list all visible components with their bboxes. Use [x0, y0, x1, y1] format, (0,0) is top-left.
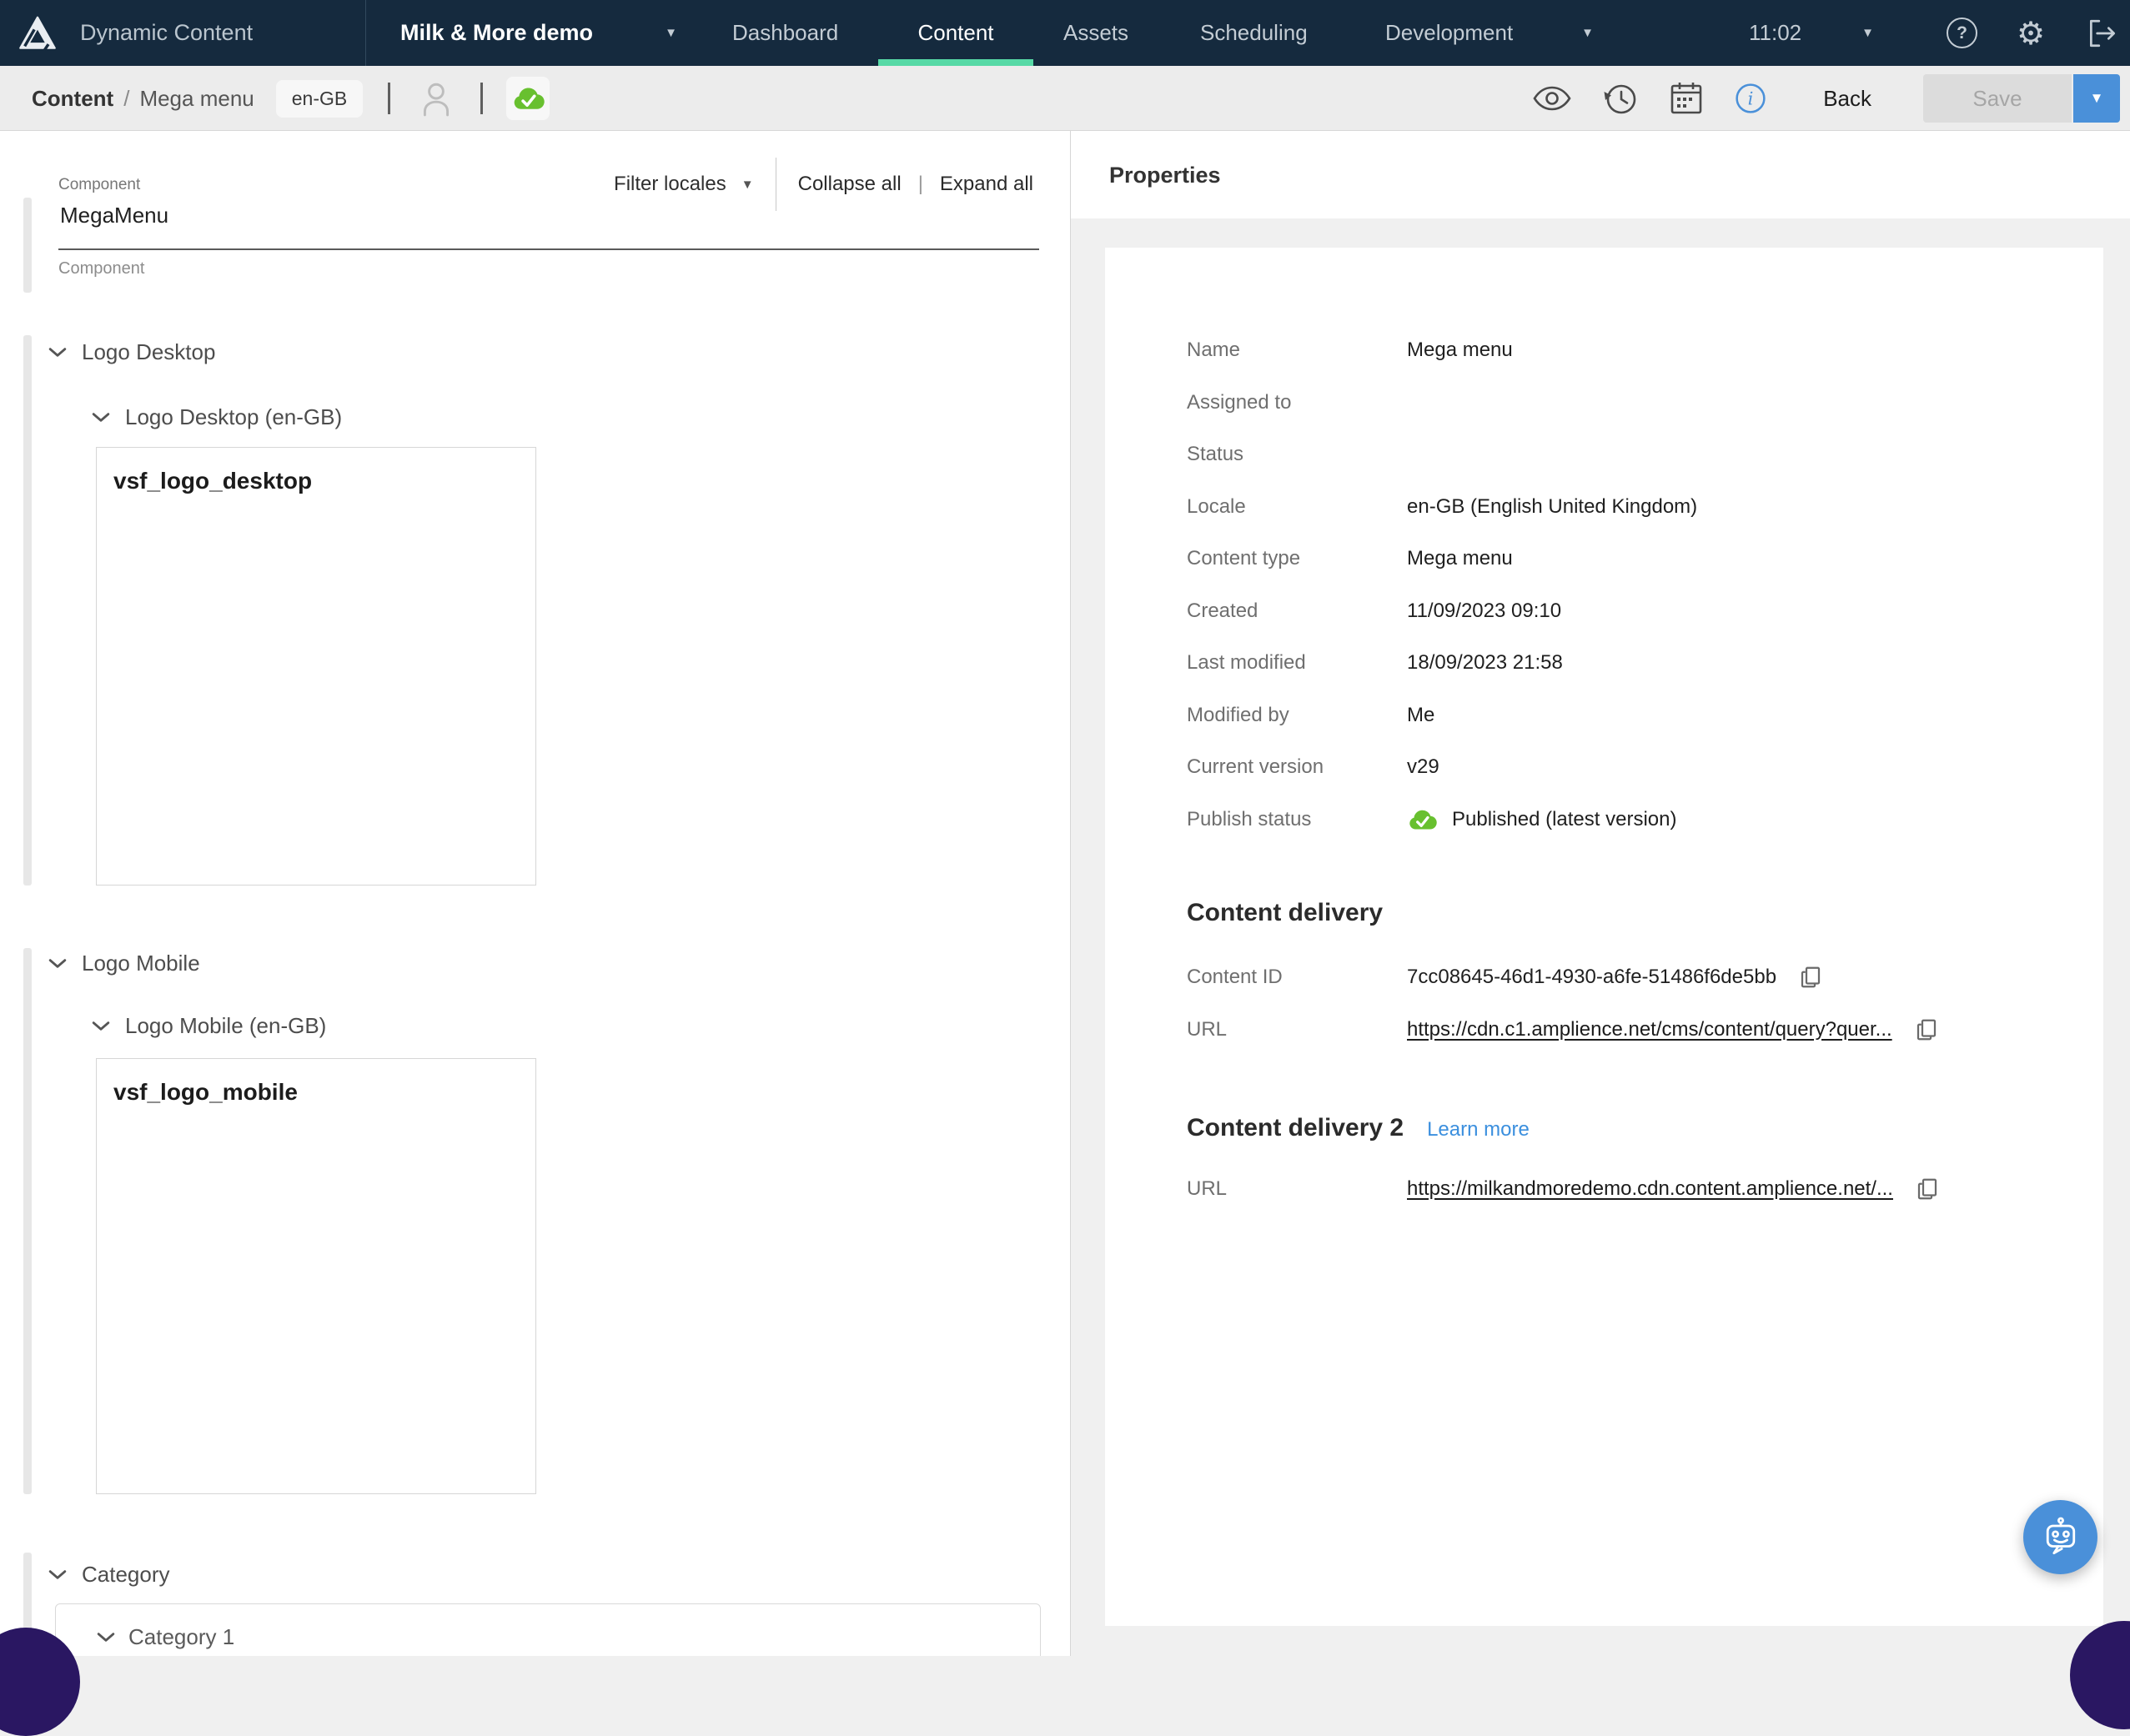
published-cloud-icon: [1409, 810, 1437, 830]
copy-icon[interactable]: [1798, 965, 1823, 990]
asset-name: vsf_logo_mobile: [113, 1079, 298, 1105]
chevron-down-icon: [48, 348, 67, 357]
section-toggle-logo-mobile[interactable]: Logo Mobile: [48, 951, 200, 976]
clock-time: 11:02: [1749, 20, 1802, 45]
content-delivery-heading: Content delivery: [1187, 899, 1384, 926]
property-row: Created 11/09/2023 09:10: [1187, 599, 1562, 622]
copy-icon[interactable]: [1914, 1017, 1939, 1042]
properties-title: Properties: [1109, 163, 1221, 188]
collapse-all-link[interactable]: Collapse all: [798, 173, 902, 196]
delivery-url-link[interactable]: https://cdn.c1.amplience.net/cms/content…: [1407, 1018, 1892, 1041]
sign-out-icon[interactable]: [2085, 0, 2120, 66]
property-row: Locale en-GB (English United Kingdom): [1187, 494, 1698, 518]
breadcrumb-root[interactable]: Content: [32, 86, 113, 112]
asset-card-logo-desktop[interactable]: vsf_logo_desktop: [96, 447, 536, 886]
caret-down-icon: ▼: [665, 26, 677, 40]
caret-down-icon: ▼: [1861, 26, 1874, 40]
robot-icon: [2046, 1517, 2075, 1554]
time-menu[interactable]: 11:02 ▼: [1749, 0, 1874, 66]
tab-dashboard[interactable]: Dashboard: [732, 0, 838, 66]
preview-eye-icon[interactable]: [1533, 85, 1571, 112]
breadcrumb: Content / Mega menu en-GB: [32, 66, 550, 131]
delivery2-url-row: URL https://milkandmoredemo.cdn.content.…: [1187, 1162, 2053, 1215]
property-row: Assigned to: [1187, 390, 1292, 414]
chatbot-button[interactable]: [2023, 1500, 2097, 1574]
subsection-toggle-category-1[interactable]: Category 1: [97, 1624, 234, 1650]
property-row: Content type Mega menu: [1187, 547, 1513, 570]
section-toggle-logo-desktop[interactable]: Logo Desktop: [48, 339, 215, 365]
settings-gear-icon[interactable]: ⚙: [2017, 0, 2045, 66]
section-indent-rail: [23, 948, 32, 1494]
copy-icon[interactable]: [1915, 1177, 1940, 1202]
property-row-publish-status: Publish status Published (latest version…: [1187, 807, 1677, 830]
top-navigation: Dynamic Content Milk & More demo ▼ Dashb…: [0, 0, 2130, 66]
chevron-down-icon: [97, 1633, 115, 1642]
property-row: Modified by Me: [1187, 703, 1435, 726]
active-tab-underline: [878, 59, 1033, 66]
breadcrumb-current: Mega menu: [139, 85, 254, 111]
tab-content[interactable]: Content: [878, 0, 1033, 66]
breadcrumb-separator: /: [123, 85, 130, 111]
svg-text:i: i: [1748, 88, 1754, 108]
project-selector[interactable]: Milk & More demo ▼: [400, 0, 677, 66]
chevron-down-icon: [48, 959, 67, 968]
content-toolbar: Content / Mega menu en-GB i Back Save ▼: [0, 66, 2130, 131]
publish-cloud-icon[interactable]: [506, 77, 550, 120]
learn-more-link[interactable]: Learn more: [1427, 1118, 1530, 1141]
field-indent-rail: [23, 198, 32, 293]
back-button[interactable]: Back: [1818, 85, 1876, 113]
delivery2-url-link[interactable]: https://milkandmoredemo.cdn.content.ampl…: [1407, 1177, 1893, 1201]
section-toggle-category[interactable]: Category: [48, 1562, 170, 1588]
subsection-toggle-logo-desktop-engb[interactable]: Logo Desktop (en-GB): [92, 404, 342, 430]
locale-chip[interactable]: en-GB: [275, 79, 364, 118]
property-row: Status: [1187, 443, 1244, 466]
content-id-row: Content ID 7cc08645-46d1-4930-a6fe-51486…: [1187, 951, 2053, 1003]
properties-card: Name Mega menu Assigned to Status Locale…: [1105, 248, 2103, 1626]
app-title: Dynamic Content: [80, 20, 254, 45]
tab-assets[interactable]: Assets: [1063, 0, 1128, 66]
property-row: Name Mega menu: [1187, 339, 1513, 362]
component-field-label: Component: [58, 176, 141, 193]
expand-all-link[interactable]: Expand all: [940, 173, 1033, 196]
category-card: Category 1: [55, 1603, 1041, 1656]
tab-scheduling[interactable]: Scheduling: [1200, 0, 1308, 66]
tab-development[interactable]: Development ▼: [1385, 0, 1594, 66]
nav-divider: [365, 0, 366, 66]
subsection-toggle-logo-mobile-engb[interactable]: Logo Mobile (en-GB): [92, 1013, 326, 1039]
property-row: Current version v29: [1187, 755, 1439, 779]
info-icon[interactable]: i: [1735, 83, 1766, 114]
component-name-input[interactable]: MegaMenu: [60, 203, 1036, 228]
calendar-icon[interactable]: [1670, 81, 1703, 116]
asset-card-logo-mobile[interactable]: vsf_logo_mobile: [96, 1058, 536, 1494]
save-button[interactable]: Save: [1923, 74, 2072, 123]
amplience-logo-icon[interactable]: [18, 0, 57, 66]
property-row: Last modified 18/09/2023 21:58: [1187, 651, 1563, 675]
project-name: Milk & More demo: [400, 20, 594, 45]
links-separator: |: [917, 173, 923, 195]
properties-header: Properties: [1071, 131, 2130, 218]
save-options-caret-button[interactable]: ▼: [2073, 74, 2120, 123]
help-icon[interactable]: ?: [1947, 0, 1977, 66]
content-delivery-2-heading: Content delivery 2: [1187, 1114, 1404, 1141]
chevron-down-icon: [92, 1021, 110, 1031]
content-delivery-2-heading-row: Content delivery 2 Learn more: [1187, 1111, 2053, 1146]
delivery-url-row: URL https://cdn.c1.amplience.net/cms/con…: [1187, 1003, 2053, 1056]
filter-locales-dropdown[interactable]: Filter locales: [614, 173, 726, 196]
chevron-down-icon: [48, 1570, 67, 1579]
toolbar-divider: [480, 83, 484, 114]
content-id-value: 7cc08645-46d1-4930-a6fe-51486f6de5bb: [1407, 965, 1777, 988]
section-indent-rail: [23, 335, 32, 886]
caret-down-icon: ▼: [1581, 26, 1594, 40]
assignee-person-icon[interactable]: [417, 79, 455, 118]
content-form-panel: Filter locales ▼ Collapse all | Expand a…: [0, 131, 1071, 1656]
properties-panel: Properties Name Mega menu Assigned to St…: [1071, 131, 2130, 1656]
caret-down-icon: ▼: [741, 177, 754, 192]
component-field-helper: Component: [58, 259, 145, 278]
version-history-icon[interactable]: [1603, 81, 1638, 116]
chevron-down-icon: [92, 413, 110, 422]
toolbar-divider: [388, 83, 391, 114]
input-underline: [58, 248, 1039, 250]
asset-name: vsf_logo_desktop: [113, 468, 313, 494]
